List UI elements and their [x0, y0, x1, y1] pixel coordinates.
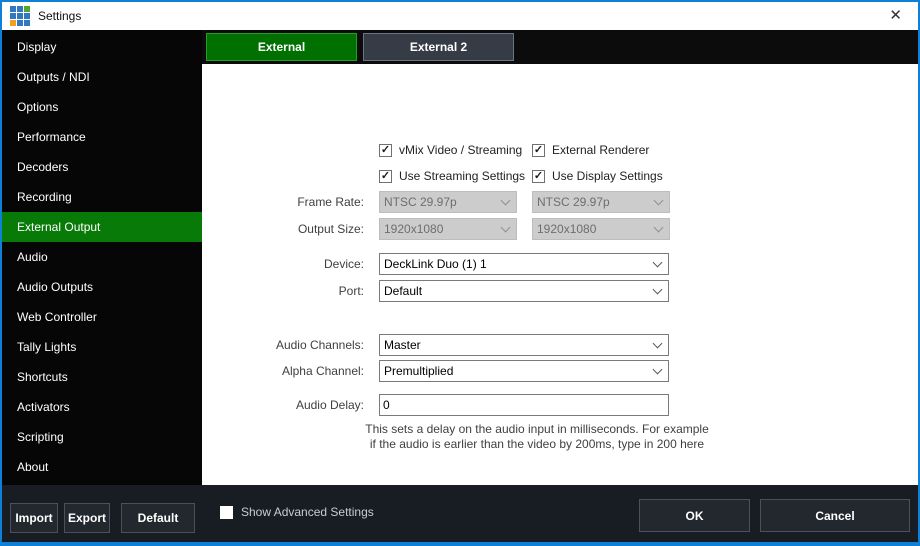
window-title: Settings — [38, 9, 81, 23]
sidebar-item-web-controller[interactable]: Web Controller — [2, 302, 202, 332]
external-output-form: ✓ vMix Video / Streaming ✓ External Rend… — [202, 64, 918, 485]
port-select[interactable]: Default — [379, 280, 669, 302]
chevron-down-icon — [653, 284, 663, 294]
import-button[interactable]: Import — [10, 503, 58, 533]
sidebar-item-shortcuts[interactable]: Shortcuts — [2, 362, 202, 392]
sidebar-item-tally-lights[interactable]: Tally Lights — [2, 332, 202, 362]
sidebar-item-audio[interactable]: Audio — [2, 242, 202, 272]
device-select[interactable]: DeckLink Duo (1) 1 — [379, 253, 669, 275]
chevron-down-icon — [501, 195, 511, 205]
checkbox-vmix-video-streaming[interactable]: ✓ vMix Video / Streaming — [379, 142, 522, 158]
checkbox-use-streaming-settings[interactable]: ✓ Use Streaming Settings — [379, 168, 525, 184]
vmix-logo-icon — [10, 6, 30, 26]
close-icon[interactable]: ✕ — [881, 3, 910, 29]
alpha-channel-select[interactable]: Premultiplied — [379, 360, 669, 382]
checkbox-label: vMix Video / Streaming — [399, 143, 522, 157]
sidebar-item-activators[interactable]: Activators — [2, 392, 202, 422]
default-button[interactable]: Default — [121, 503, 195, 533]
output-size-label: Output Size: — [202, 218, 364, 240]
show-advanced-settings-checkbox[interactable]: Show Advanced Settings — [220, 505, 374, 519]
frame-rate-select-1: NTSC 29.97p — [379, 191, 517, 213]
output-size-select-2: 1920x1080 — [532, 218, 670, 240]
sidebar-item-outputs-ndi[interactable]: Outputs / NDI — [2, 62, 202, 92]
chevron-down-icon — [653, 257, 663, 267]
chevron-down-icon — [654, 195, 664, 205]
tab-strip: External External 2 — [202, 30, 918, 64]
sidebar-item-audio-outputs[interactable]: Audio Outputs — [2, 272, 202, 302]
checkbox-checked-icon[interactable]: ✓ — [379, 144, 392, 157]
audio-delay-label: Audio Delay: — [202, 394, 364, 416]
title-bar: Settings ✕ — [2, 2, 918, 30]
ok-button[interactable]: OK — [639, 499, 750, 532]
tab-external[interactable]: External — [206, 33, 357, 61]
checkbox-unchecked-icon[interactable] — [220, 506, 233, 519]
checkbox-label: External Renderer — [552, 143, 649, 157]
audio-channels-label: Audio Channels: — [202, 334, 364, 356]
sidebar: Display Outputs / NDI Options Performanc… — [2, 30, 202, 485]
port-label: Port: — [202, 280, 364, 302]
frame-rate-select-2: NTSC 29.97p — [532, 191, 670, 213]
checkbox-label: Use Streaming Settings — [399, 169, 525, 183]
export-button[interactable]: Export — [64, 503, 110, 533]
checkbox-checked-icon[interactable]: ✓ — [532, 144, 545, 157]
cancel-button[interactable]: Cancel — [760, 499, 910, 532]
audio-channels-select[interactable]: Master — [379, 334, 669, 356]
audio-delay-help-text: This sets a delay on the audio input in … — [362, 422, 712, 452]
checkbox-use-display-settings[interactable]: ✓ Use Display Settings — [532, 168, 663, 184]
chevron-down-icon — [654, 222, 664, 232]
checkbox-external-renderer[interactable]: ✓ External Renderer — [532, 142, 649, 158]
bottom-bar: Import Export Default Show Advanced Sett… — [2, 485, 918, 542]
chevron-down-icon — [653, 338, 663, 348]
sidebar-item-external-output[interactable]: External Output — [2, 212, 202, 242]
sidebar-item-recording[interactable]: Recording — [2, 182, 202, 212]
sidebar-item-performance[interactable]: Performance — [2, 122, 202, 152]
chevron-down-icon — [653, 364, 663, 374]
sidebar-item-about[interactable]: About — [2, 452, 202, 482]
sidebar-item-display[interactable]: Display — [2, 32, 202, 62]
chevron-down-icon — [501, 222, 511, 232]
sidebar-item-scripting[interactable]: Scripting — [2, 422, 202, 452]
device-label: Device: — [202, 253, 364, 275]
checkbox-checked-icon[interactable]: ✓ — [532, 170, 545, 183]
show-advanced-settings-label: Show Advanced Settings — [241, 505, 374, 519]
tab-external-2[interactable]: External 2 — [363, 33, 514, 61]
audio-delay-input[interactable] — [379, 394, 669, 416]
output-size-select-1: 1920x1080 — [379, 218, 517, 240]
sidebar-item-decoders[interactable]: Decoders — [2, 152, 202, 182]
checkbox-checked-icon[interactable]: ✓ — [379, 170, 392, 183]
settings-window: Settings ✕ Display Outputs / NDI Options… — [0, 0, 920, 546]
sidebar-item-options[interactable]: Options — [2, 92, 202, 122]
checkbox-label: Use Display Settings — [552, 169, 663, 183]
alpha-channel-label: Alpha Channel: — [202, 360, 364, 382]
frame-rate-label: Frame Rate: — [202, 191, 364, 213]
